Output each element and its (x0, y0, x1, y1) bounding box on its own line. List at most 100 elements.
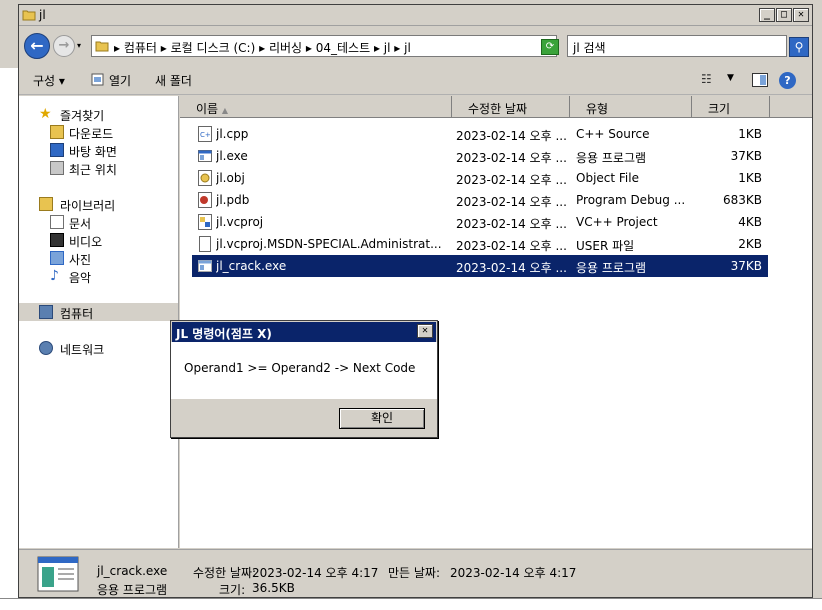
column-name-label: 이름 (196, 102, 219, 116)
file-row[interactable]: jl.obj 2023-02-14 오후 ... Object File 1KB (192, 167, 768, 189)
sort-ascending-icon: ▲ (221, 106, 229, 115)
nav-pictures[interactable]: 사진 (69, 251, 91, 268)
background-right-strip (813, 0, 822, 610)
nav-network[interactable]: 네트워크 (60, 341, 104, 358)
pictures-icon (50, 251, 64, 265)
view-options-icon[interactable]: ☷ (701, 72, 712, 86)
refresh-icon[interactable]: ⟳ (541, 39, 559, 55)
column-name[interactable]: 이름 ▲ (180, 96, 452, 118)
file-size: 4KB (738, 215, 762, 229)
file-name: jl.vcproj (216, 215, 264, 229)
search-icon[interactable]: ⚲ (789, 37, 809, 57)
file-row[interactable]: jl.vcproj.MSDN-SPECIAL.Administrat... 20… (192, 233, 768, 255)
details-filename: jl_crack.exe (97, 564, 168, 578)
ok-button[interactable]: 확인 (339, 408, 425, 429)
cpp-file-icon: C+ (198, 126, 212, 142)
history-dropdown[interactable]: ▾ (77, 41, 81, 50)
back-button[interactable]: ← (24, 33, 50, 59)
details-type: 응용 프로그램 (97, 583, 168, 597)
preview-pane-icon[interactable] (752, 73, 768, 87)
nav-documents[interactable]: 문서 (69, 215, 91, 232)
minimize-button[interactable]: _ (759, 8, 775, 22)
exe-large-icon (37, 556, 79, 592)
close-button[interactable]: ✕ (793, 8, 809, 22)
open-button[interactable]: 열기 (109, 72, 131, 89)
new-folder-button[interactable]: 새 폴더 (155, 72, 192, 89)
breadcrumb: ▸ 컴퓨터 ▸ 로컬 디스크 (C:) ▸ 리버싱 ▸ 04_테스트 ▸ jl … (114, 39, 411, 56)
details-pane: jl_crack.exe 수정한 날짜: 2023-02-14 오후 4:17 … (19, 549, 812, 597)
file-row[interactable]: C+ jl.cpp 2023-02-14 오후 ... C++ Source 1… (192, 123, 768, 145)
file-name: jl.pdb (216, 193, 250, 207)
dialog-close-button[interactable]: ✕ (417, 324, 433, 338)
nav-desktop[interactable]: 바탕 화면 (69, 143, 117, 160)
desktop-icon (50, 143, 64, 157)
breadcrumb-item[interactable]: 컴퓨터 (124, 41, 157, 55)
help-icon[interactable]: ? (779, 72, 796, 89)
breadcrumb-separator: ▸ (394, 41, 405, 55)
vcproj-file-icon (198, 214, 212, 230)
nav-computer-row[interactable]: 컴퓨터 (19, 303, 178, 321)
address-field[interactable]: ▸ 컴퓨터 ▸ 로컬 디스크 (C:) ▸ 리버싱 ▸ 04_테스트 ▸ jl … (91, 35, 557, 57)
breadcrumb-separator: ▸ (114, 41, 124, 55)
breadcrumb-item[interactable]: jl (384, 41, 391, 55)
file-size: 37KB (730, 149, 762, 163)
view-dropdown[interactable]: ▼ (727, 73, 734, 83)
recent-places-icon (50, 161, 64, 175)
file-type: 응용 프로그램 (576, 151, 647, 165)
nav-recent[interactable]: 최근 위치 (69, 161, 117, 178)
nav-libraries[interactable]: 라이브러리 (60, 197, 115, 214)
breadcrumb-separator: ▸ (373, 41, 384, 55)
nav-downloads[interactable]: 다운로드 (69, 125, 113, 142)
file-size: 37KB (730, 259, 762, 273)
file-name: jl.cpp (216, 127, 249, 141)
nav-music[interactable]: 음악 (69, 269, 91, 286)
organize-button[interactable]: 구성 ▾ (33, 72, 65, 89)
dialog-title-bar[interactable]: JL 명령어(점프 X) ✕ (172, 322, 436, 342)
title-bar[interactable]: jl _ □ ✕ (19, 5, 812, 26)
details-size-label: 크기: (219, 583, 246, 597)
file-size: 683KB (722, 193, 762, 207)
breadcrumb-item[interactable]: 로컬 디스크 (C:) (171, 41, 256, 55)
file-size: 2KB (738, 237, 762, 251)
background-debugger-pane (0, 0, 20, 610)
file-row[interactable]: jl.vcproj 2023-02-14 오후 ... VC++ Project… (192, 211, 768, 233)
column-modified[interactable]: 수정한 날짜 (452, 96, 570, 118)
file-row[interactable]: jl.pdb 2023-02-14 오후 ... Program Debug .… (192, 189, 768, 211)
pdb-file-icon (198, 192, 212, 208)
file-date: 2023-02-14 오후 ... (456, 173, 566, 187)
maximize-button[interactable]: □ (776, 8, 792, 22)
breadcrumb-separator: ▸ (305, 41, 316, 55)
dialog-message-area: Operand1 >= Operand2 -> Next Code (171, 342, 437, 399)
details-created-label: 만든 날짜: (388, 566, 441, 580)
file-date: 2023-02-14 오후 ... (456, 217, 566, 231)
breadcrumb-separator: ▸ (259, 41, 269, 55)
nav-computer[interactable]: 컴퓨터 (60, 305, 93, 322)
nav-videos[interactable]: 비디오 (69, 233, 102, 250)
column-size[interactable]: 크기 (692, 96, 770, 118)
breadcrumb-item[interactable]: jl (404, 41, 411, 55)
file-name: jl.exe (216, 149, 248, 163)
file-date: 2023-02-14 오후 ... (456, 129, 566, 143)
column-type[interactable]: 유형 (570, 96, 692, 118)
file-type: Program Debug ... (576, 193, 686, 207)
column-type-label: 유형 (586, 102, 609, 116)
breadcrumb-item[interactable]: 04_테스트 (316, 41, 370, 55)
libraries-icon (39, 197, 53, 211)
nav-favorites[interactable]: 즐겨찾기 (60, 107, 104, 124)
forward-button[interactable]: → (53, 35, 75, 57)
network-icon (39, 341, 53, 355)
dialog-message: Operand1 >= Operand2 -> Next Code (184, 361, 416, 375)
file-type: USER 파일 (576, 239, 635, 253)
search-placeholder: jl 검색 (573, 41, 606, 55)
address-bar: ← → ▾ ▸ 컴퓨터 ▸ 로컬 디스크 (C:) ▸ 리버싱 ▸ 04_테스트… (19, 27, 812, 65)
search-input[interactable]: jl 검색 (567, 35, 787, 57)
file-row-selected[interactable]: jl_crack.exe 2023-02-14 오후 ... 응용 프로그램 3… (192, 255, 768, 277)
file-name: jl.vcproj.MSDN-SPECIAL.Administrat... (216, 237, 442, 251)
explorer-window: jl _ □ ✕ ← → ▾ ▸ 컴퓨터 ▸ 로컬 디스크 (C:) ▸ 리버싱… (18, 4, 813, 598)
file-size: 1KB (738, 171, 762, 185)
file-type: VC++ Project (576, 215, 658, 229)
file-type: Object File (576, 171, 639, 185)
breadcrumb-item[interactable]: 리버싱 (269, 41, 302, 55)
file-row[interactable]: jl.exe 2023-02-14 오후 ... 응용 프로그램 37KB (192, 145, 768, 167)
music-icon: ♪ (50, 268, 59, 284)
